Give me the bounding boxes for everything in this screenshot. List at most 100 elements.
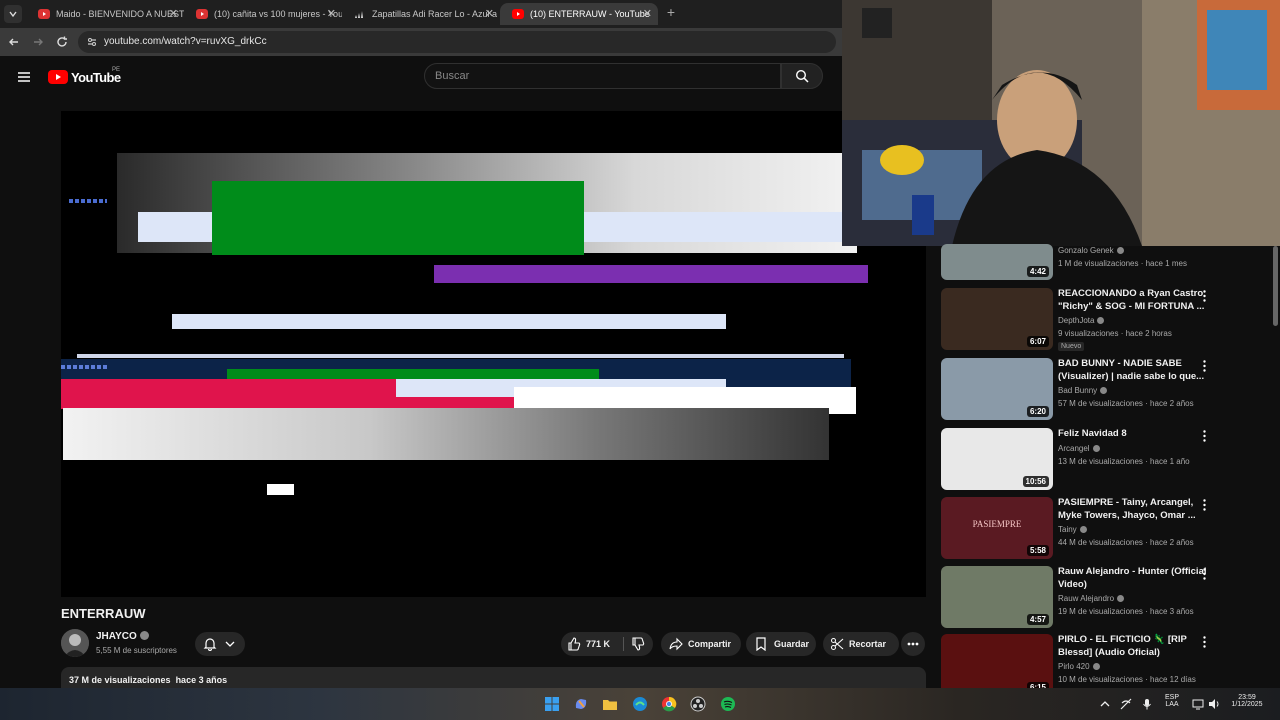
video-duration: 4:42 (1026, 266, 1049, 277)
youtube-play-logo-icon (48, 70, 68, 84)
more-vertical-icon[interactable] (1203, 636, 1206, 648)
channel-name[interactable]: JHAYCO (96, 631, 149, 642)
more-vertical-icon[interactable] (1203, 499, 1206, 511)
site-settings-icon[interactable] (86, 36, 98, 48)
video-thumbnail[interactable]: PASIEMPRE 5:58 (941, 497, 1053, 559)
network-icon[interactable] (1120, 698, 1132, 710)
clip-label: Recortar (849, 639, 887, 649)
more-vertical-icon[interactable] (1203, 430, 1206, 442)
recommended-video-channel[interactable]: Gonzalo Genek (1058, 246, 1124, 255)
tab-title: Zapatillas Adi Racer Lo - Azul a (372, 9, 498, 19)
browser-tab[interactable]: Maido - BIENVENIDO A NUESTR ✕ (26, 3, 184, 25)
chevron-up-icon[interactable] (1100, 700, 1110, 708)
recommended-video-channel[interactable]: Pirlo 420 (1058, 662, 1100, 671)
spotify-icon[interactable] (720, 696, 736, 712)
recommended-video-title[interactable]: BAD BUNNY - NADIE SABE (Visualizer) | na… (1058, 358, 1208, 383)
save-button[interactable]: Guardar (746, 632, 816, 656)
glitch-green-block (212, 181, 584, 255)
scissors-icon (831, 638, 844, 650)
channel-name-text: Gonzalo Genek (1058, 246, 1114, 255)
copilot-icon[interactable] (573, 696, 589, 712)
browser-tab-strip: Maido - BIENVENIDO A NUESTR ✕ (10) cañit… (0, 0, 842, 28)
close-icon[interactable]: ✕ (169, 3, 178, 25)
windows-start-icon[interactable] (544, 696, 560, 712)
display-icon[interactable] (1192, 698, 1204, 710)
video-thumbnail[interactable]: 6:07 (941, 288, 1053, 350)
recommended-video[interactable]: 10:56 Feliz Navidad 8 Arcangel 13 M de visu… (941, 428, 1221, 492)
verified-check-icon (1100, 387, 1108, 394)
recommended-video-title[interactable]: PASIEMPRE - Tainy, Arcangel, Myke Towers… (1058, 497, 1208, 522)
hamburger-menu-icon[interactable] (16, 69, 32, 85)
chrome-icon[interactable] (661, 696, 677, 712)
close-icon[interactable]: ✕ (643, 3, 652, 25)
obs-studio-icon[interactable] (690, 696, 706, 712)
recommended-video[interactable]: 4:57 Rauw Alejandro - Hunter (Official Vi… (941, 566, 1221, 630)
like-button[interactable]: 771 K (561, 632, 623, 656)
address-bar[interactable]: youtube.com/watch?v=ruvXG_drkCc (78, 31, 836, 53)
view-count: 37 M de visualizaciones (69, 675, 171, 685)
clip-button[interactable]: Recortar (823, 632, 899, 656)
channel-name-text: Arcangel (1058, 444, 1090, 453)
video-thumbnail[interactable]: 4:42 (941, 244, 1053, 280)
channel-name-text: JHAYCO (96, 631, 137, 642)
channel-avatar[interactable] (61, 629, 89, 657)
close-icon[interactable]: ✕ (327, 3, 336, 25)
new-tab-button[interactable]: + (664, 5, 678, 19)
share-icon (669, 637, 683, 651)
recommended-video-channel[interactable]: Bad Bunny (1058, 386, 1108, 395)
file-explorer-icon[interactable] (602, 696, 618, 712)
more-vertical-icon[interactable] (1203, 360, 1206, 372)
notification-bell-button[interactable] (195, 632, 245, 656)
scrollbar[interactable] (1273, 246, 1278, 326)
volume-icon[interactable] (1208, 698, 1220, 710)
close-icon[interactable]: ✕ (485, 3, 494, 25)
browser-tab-active[interactable]: (10) ENTERRAUW - YouTube ✕ (500, 3, 658, 25)
country-code: PE (112, 67, 121, 73)
recommended-video-title[interactable]: PIRLO - EL FICTICIO 🦎 [RIP Blessd] (Audi… (1058, 634, 1208, 659)
reload-icon[interactable] (55, 35, 69, 49)
youtube-logo[interactable]: YouTube PE (48, 67, 121, 85)
video-duration: 4:57 (1026, 614, 1049, 625)
video-thumbnail[interactable]: 6:20 (941, 358, 1053, 420)
search-icon (795, 69, 809, 83)
verified-check-icon (139, 631, 149, 640)
microphone-icon[interactable] (1142, 698, 1152, 710)
recommended-video[interactable]: 6:07 REACCIONANDO a Ryan Castro "Richy" &… (941, 288, 1221, 352)
browser-tab[interactable]: Zapatillas Adi Racer Lo - Azul a ✕ (342, 3, 500, 25)
recommended-video-title[interactable]: Feliz Navidad 8 (1058, 428, 1208, 441)
thumbnail-text: PASIEMPRE (972, 519, 1022, 529)
more-actions-button[interactable] (901, 632, 925, 656)
more-vertical-icon[interactable] (1203, 568, 1206, 580)
share-button[interactable]: Compartir (661, 632, 741, 656)
tab-search-button[interactable] (4, 5, 22, 23)
search-button[interactable] (781, 63, 823, 89)
recommended-video-meta: 10 M de visualizaciones · hace 12 días (1058, 675, 1196, 684)
recommended-video-channel[interactable]: DepthJota (1058, 316, 1105, 325)
clock[interactable]: 23:59 1/12/2025 (1222, 694, 1272, 708)
language-indicator[interactable]: ESP LAA (1160, 694, 1184, 708)
new-badge: Nuevo (1058, 342, 1085, 351)
forward-arrow-icon[interactable] (31, 35, 45, 49)
dislike-button[interactable] (624, 632, 653, 656)
thumbs-up-icon (568, 637, 581, 651)
recommended-video-channel[interactable]: Tainy (1058, 525, 1087, 534)
share-label: Compartir (688, 639, 732, 649)
upload-date: hace 3 años (175, 675, 228, 685)
more-vertical-icon[interactable] (1203, 290, 1206, 302)
video-thumbnail[interactable]: 10:56 (941, 428, 1053, 490)
recommended-video[interactable]: PASIEMPRE 5:58 PASIEMPRE - Tainy, Arcangel… (941, 497, 1221, 561)
language-code: ESP (1164, 694, 1179, 701)
recommended-video-channel[interactable]: Rauw Alejandro (1058, 594, 1125, 603)
channel-name-text: Pirlo 420 (1058, 662, 1090, 671)
video-thumbnail[interactable]: 6:15 (941, 634, 1053, 696)
browser-tab[interactable]: (10) cañita vs 100 mujeres - You ✕ (184, 3, 342, 25)
search-input[interactable]: Buscar (424, 63, 781, 89)
back-arrow-icon[interactable] (7, 35, 21, 49)
recommended-video-title[interactable]: REACCIONANDO a Ryan Castro "Richy" & SOG… (1058, 288, 1208, 313)
video-thumbnail[interactable]: 4:57 (941, 566, 1053, 628)
edge-browser-icon[interactable] (632, 696, 648, 712)
video-player[interactable] (61, 111, 926, 597)
recommended-video-channel[interactable]: Arcangel (1058, 444, 1100, 453)
recommended-video[interactable]: 6:20 BAD BUNNY - NADIE SABE (Visualizer) … (941, 358, 1221, 422)
recommended-video-title[interactable]: Rauw Alejandro - Hunter (Official Video) (1058, 566, 1208, 591)
